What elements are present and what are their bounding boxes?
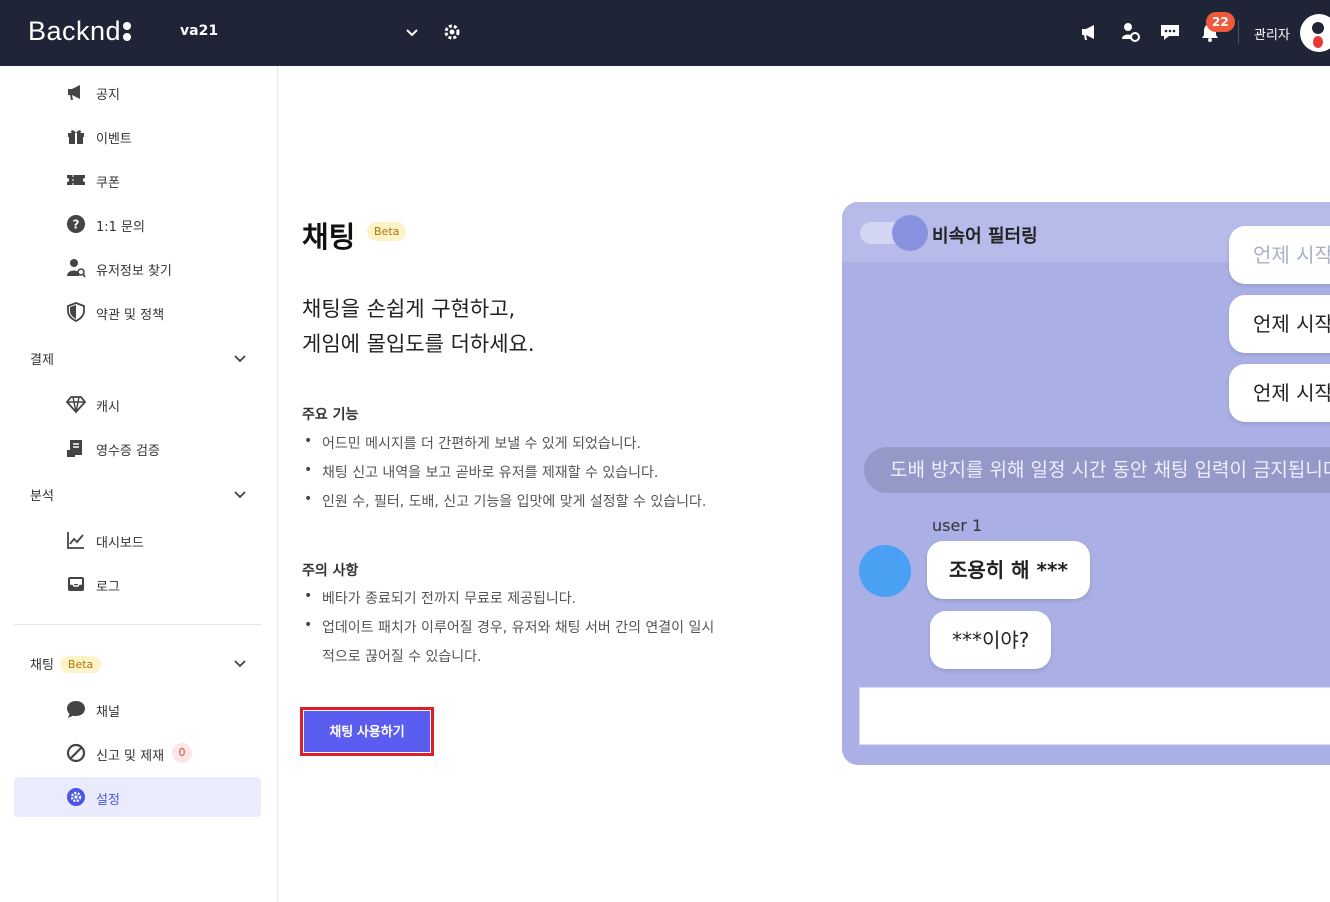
gift-icon (68, 130, 84, 144)
user-role-label[interactable]: 관리자 (1254, 24, 1290, 43)
sidebar-item-channel[interactable]: 채널 (14, 689, 261, 729)
preview-message-left: 조용히 해 *** (927, 541, 1090, 599)
feature-item: 인원 수, 필터, 도배, 신고 기능을 입맛에 맞게 설정할 수 있습니다. (304, 491, 706, 511)
divider (1238, 20, 1239, 44)
sidebar-group-chat[interactable]: 채팅 Beta (30, 651, 260, 675)
ticket-icon (67, 175, 85, 185)
chart-icon (67, 532, 84, 549)
chat-preview-illustration: 비속어 필터링 언제 시작 언제 시작 언제 시작 도배 방지를 위해 일정 시… (842, 202, 1330, 765)
preview-chat-input (859, 687, 1330, 745)
chevron-down-icon[interactable] (232, 350, 248, 366)
sidebar-item-terms[interactable]: 약관 및 정책 (14, 292, 261, 332)
subtitle-line-2: 게임에 몰입도를 더하세요. (302, 332, 535, 356)
preview-message-right: 언제 시작 (1229, 364, 1330, 422)
sidebar-divider (14, 624, 261, 625)
avatar[interactable] (1300, 14, 1330, 52)
diamond-icon (66, 396, 86, 414)
chat-bubble-icon (67, 701, 85, 718)
svg-text:?: ? (73, 218, 80, 232)
chevron-down-icon[interactable] (232, 486, 248, 502)
inbox-icon (68, 577, 84, 591)
project-name[interactable]: va21 (180, 23, 218, 39)
notification-count-badge: 22 (1206, 12, 1235, 32)
settings-icon (67, 788, 85, 806)
preview-message-right: 언제 시작 (1229, 295, 1330, 353)
note-item-continued: 적으로 끊어질 수 있습니다. (322, 649, 482, 665)
sidebar-item-settings[interactable]: 설정 (14, 777, 261, 817)
feature-item: 어드민 메시지를 더 간편하게 보낼 수 있게 되었습니다. (304, 433, 641, 453)
note-item: 베타가 종료되기 전까지 무료로 제공됩니다. (304, 588, 576, 608)
preview-user-name: user 1 (932, 516, 983, 535)
megaphone-icon (68, 85, 80, 100)
sidebar-item-report[interactable]: 신고 및 제재 0 (14, 733, 261, 773)
feature-item: 채팅 신고 내역을 보고 곧바로 유저를 제재할 수 있습니다. (304, 462, 658, 482)
avatar (859, 545, 911, 597)
sidebar-item-coupon[interactable]: 쿠폰 (14, 160, 261, 200)
enable-chat-button[interactable]: 채팅 사용하기 (304, 711, 430, 752)
sidebar-item-log[interactable]: 로그 (14, 564, 261, 604)
sidebar-group-payment[interactable]: 결제 (30, 346, 260, 370)
beta-badge: Beta (59, 656, 102, 673)
subtitle-line-1: 채팅을 손쉽게 구현하고, (302, 297, 516, 321)
sidebar-item-inquiry[interactable]: ? 1:1 문의 (14, 204, 261, 244)
chat-group-label: 채팅 (30, 658, 54, 673)
preview-message-right: 언제 시작 (1229, 226, 1330, 284)
user-coins-icon[interactable] (1119, 21, 1141, 43)
question-icon: ? (67, 215, 85, 233)
sidebar-item-notice[interactable]: 공지 (14, 72, 261, 112)
preview-system-message: 도배 방지를 위해 일정 시간 동안 채팅 입력이 금지됩니다 (864, 447, 1330, 493)
sidebar: 공지 이벤트 쿠폰 ? 1:1 문의 유저정보 찾기 약관 및 정책 결제 캐시… (0, 66, 278, 902)
ban-icon (66, 743, 86, 763)
logo[interactable]: Backnd (28, 16, 132, 47)
shield-icon (67, 302, 85, 322)
logo-dots (123, 22, 132, 41)
user-search-icon (67, 259, 86, 278)
sidebar-item-dashboard[interactable]: 대시보드 (14, 520, 261, 560)
page-title: 채팅 (302, 220, 356, 254)
note-item: 업데이트 패치가 이루어질 경우, 유저와 채팅 서버 간의 연결이 일시 (304, 617, 714, 637)
chevron-down-icon[interactable] (232, 655, 248, 671)
preview-message-left: ***이야? (930, 611, 1052, 669)
chat-icon[interactable] (1159, 21, 1181, 43)
chevron-down-icon[interactable] (403, 23, 421, 41)
receipt-icon (67, 440, 82, 457)
gear-icon[interactable] (442, 22, 462, 42)
sidebar-item-receipt[interactable]: 영수증 검증 (14, 428, 261, 468)
sidebar-group-analytics[interactable]: 분석 (30, 482, 260, 506)
filter-toggle-knob (892, 215, 928, 251)
megaphone-icon[interactable] (1079, 21, 1101, 43)
report-count-badge: 0 (172, 743, 192, 763)
top-bar: Backnd va21 22 관리자 (0, 0, 1330, 66)
sidebar-item-user-search[interactable]: 유저정보 찾기 (14, 248, 261, 288)
sidebar-item-event[interactable]: 이벤트 (14, 116, 261, 156)
profanity-filter-label: 비속어 필터링 (932, 226, 1038, 247)
beta-badge: Beta (367, 222, 407, 241)
features-title: 주요 기능 (302, 407, 359, 423)
sidebar-item-cash[interactable]: 캐시 (14, 384, 261, 424)
notes-title: 주의 사항 (302, 563, 359, 579)
